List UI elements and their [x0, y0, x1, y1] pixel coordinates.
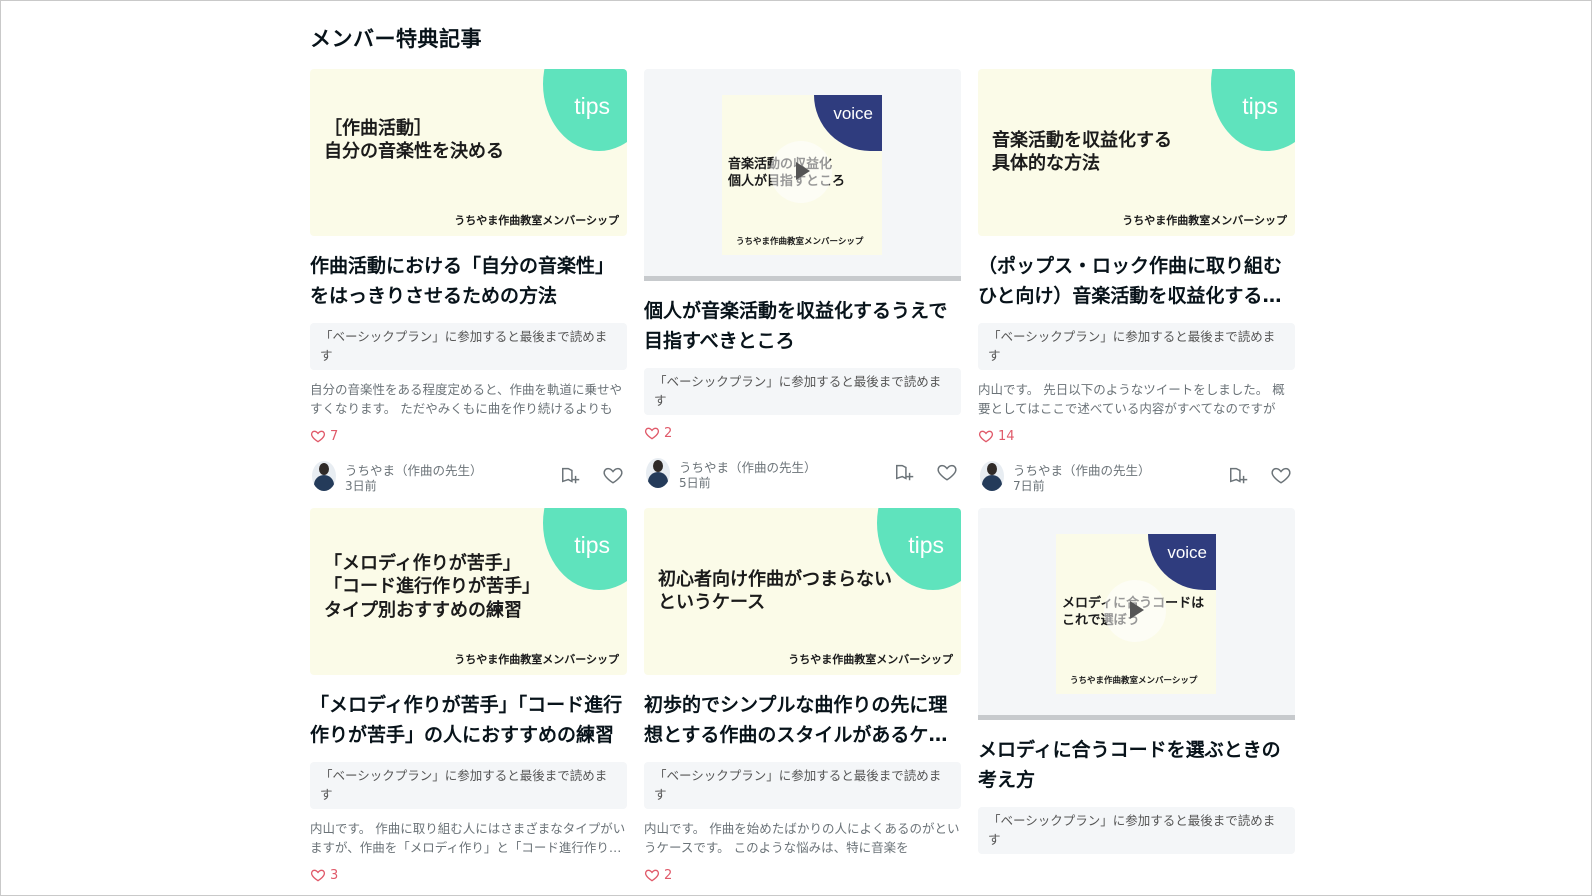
thumbnail-brand: うちやま作曲教室メンバーシップ	[1122, 214, 1287, 227]
heart-outline-icon[interactable]	[934, 460, 960, 484]
article-thumbnail[interactable]: voice 音楽活動の収益化 個人が目指すところ うちやま作曲教室メンバーシップ	[644, 69, 961, 281]
thumbnail-brand: うちやま作曲教室メンバーシップ	[454, 653, 619, 666]
article-card[interactable]: tips 「メロディ作りが苦手」 「コード進行作りが苦手」 タイプ別おすすめの練…	[310, 508, 627, 884]
plan-notice: 「ベーシックプラン」に参加すると最後まで読めます	[978, 807, 1295, 854]
article-meta: うちやま（作曲の先生） 3日前	[310, 461, 627, 497]
article-thumbnail[interactable]: tips 初心者向け作曲がつまらない というケース うちやま作曲教室メンバーシッ…	[644, 508, 961, 675]
voice-cover: voice メロディに合うコードは これで選ぼう うちやま作曲教室メンバーシップ	[1056, 534, 1216, 694]
section-title: メンバー特典記事	[310, 27, 482, 51]
publish-date: 5日前	[679, 476, 711, 490]
thumbnail-headline: ［作曲活動］ 自分の音楽性を決める	[324, 118, 504, 163]
article-title[interactable]: メロディに合うコードを選ぶときの考え方	[978, 735, 1295, 795]
like-count: 3	[310, 866, 627, 884]
heart-outline-icon	[978, 428, 994, 444]
magazine-add-icon[interactable]	[558, 463, 584, 487]
thumbnail-brand: うちやま作曲教室メンバーシップ	[788, 653, 953, 666]
article-meta: うちやま（作曲の先生） 5日前	[644, 458, 961, 494]
tips-label: tips	[1242, 93, 1278, 119]
article-thumbnail[interactable]: tips 音楽活動を収益化する 具体的な方法 うちやま作曲教室メンバーシップ	[978, 69, 1295, 236]
plan-notice: 「ベーシックプラン」に参加すると最後まで読めます	[978, 323, 1295, 370]
article-card[interactable]: voice 音楽活動の収益化 個人が目指すところ うちやま作曲教室メンバーシップ…	[644, 69, 961, 494]
article-thumbnail[interactable]: tips ［作曲活動］ 自分の音楽性を決める うちやま作曲教室メンバーシップ	[310, 69, 627, 236]
avatar[interactable]	[312, 461, 336, 491]
plan-notice: 「ベーシックプラン」に参加すると最後まで読めます	[310, 323, 627, 370]
thumbnail-headline: 初心者向け作曲がつまらない というケース	[658, 569, 892, 614]
voice-cover: voice 音楽活動の収益化 個人が目指すところ うちやま作曲教室メンバーシップ	[722, 95, 882, 255]
tips-label: tips	[574, 532, 610, 558]
article-card[interactable]: voice メロディに合うコードは これで選ぼう うちやま作曲教室メンバーシップ…	[978, 508, 1295, 854]
play-icon	[1130, 601, 1144, 619]
article-meta: うちやま（作曲の先生） 7日前	[978, 461, 1295, 497]
article-card[interactable]: tips 初心者向け作曲がつまらない というケース うちやま作曲教室メンバーシッ…	[644, 508, 961, 884]
article-card[interactable]: tips ［作曲活動］ 自分の音楽性を決める うちやま作曲教室メンバーシップ 作…	[310, 69, 627, 497]
article-card[interactable]: tips 音楽活動を収益化する 具体的な方法 うちやま作曲教室メンバーシップ （…	[978, 69, 1295, 497]
like-count-value: 2	[664, 425, 673, 441]
plan-notice: 「ベーシックプラン」に参加すると最後まで読めます	[644, 368, 961, 415]
tips-label: tips	[908, 532, 944, 558]
heart-outline-icon[interactable]	[1268, 463, 1294, 487]
article-excerpt: 内山です。 先日以下のようなツイートをしました。 概要としてはここで述べている内…	[978, 382, 1285, 416]
article-title[interactable]: 初歩的でシンプルな曲作りの先に理想とする作曲のスタイルがあるケース	[644, 690, 961, 750]
voice-label: voice	[833, 104, 873, 123]
article-title[interactable]: 作曲活動における「自分の音楽性」をはっきりさせるための方法	[310, 251, 627, 311]
article-excerpt: 自分の音楽性をある程度定めると、作曲を軌道に乗せやすくなります。 ただやみくもに…	[310, 382, 623, 416]
heart-outline-icon	[310, 428, 326, 444]
plan-notice: 「ベーシックプラン」に参加すると最後まで読めます	[644, 762, 961, 809]
play-button[interactable]	[770, 141, 832, 203]
heart-outline-icon	[644, 867, 660, 883]
like-count-value: 7	[330, 428, 339, 444]
heart-outline-icon	[310, 867, 326, 883]
magazine-add-icon[interactable]	[892, 460, 918, 484]
article-excerpt: 内山です。 作曲に取り組む人にはさまざまなタイプがいますが、作曲を「メロディ作り…	[310, 821, 626, 855]
avatar[interactable]	[980, 461, 1004, 491]
magazine-add-icon[interactable]	[1226, 463, 1252, 487]
publish-date: 3日前	[345, 479, 377, 493]
like-count-value: 2	[664, 867, 673, 883]
publish-date: 7日前	[1013, 479, 1045, 493]
tips-label: tips	[574, 93, 610, 119]
heart-outline-icon	[644, 425, 660, 441]
thumbnail-brand: うちやま作曲教室メンバーシップ	[454, 214, 619, 227]
thumbnail-headline: 音楽活動を収益化する 具体的な方法	[992, 130, 1172, 175]
avatar[interactable]	[646, 458, 670, 488]
thumbnail-brand: うちやま作曲教室メンバーシップ	[736, 237, 864, 247]
article-thumbnail[interactable]: tips 「メロディ作りが苦手」 「コード進行作りが苦手」 タイプ別おすすめの練…	[310, 508, 627, 675]
thumbnail-headline: 「メロディ作りが苦手」 「コード進行作りが苦手」 タイプ別おすすめの練習	[324, 553, 540, 621]
like-count: 14	[978, 427, 1295, 445]
like-count: 2	[644, 424, 961, 442]
like-count-value: 14	[998, 428, 1015, 444]
plan-notice: 「ベーシックプラン」に参加すると最後まで読めます	[310, 762, 627, 809]
play-icon	[796, 162, 810, 180]
article-title[interactable]: 個人が音楽活動を収益化するうえで目指すべきところ	[644, 296, 961, 356]
article-title[interactable]: 「メロディ作りが苦手」「コード進行作りが苦手」の人におすすめの練習	[310, 690, 627, 750]
article-title[interactable]: （ポップス・ロック作曲に取り組むひと向け）音楽活動を収益化する具体的な方法	[978, 251, 1295, 311]
heart-outline-icon[interactable]	[600, 463, 626, 487]
play-button[interactable]	[1104, 580, 1166, 642]
article-excerpt: 内山です。 作曲を始めたばかりの人によくあるのがというケースです。 このような悩…	[644, 821, 960, 855]
voice-label: voice	[1167, 543, 1207, 562]
thumbnail-brand: うちやま作曲教室メンバーシップ	[1070, 676, 1198, 686]
article-thumbnail[interactable]: voice メロディに合うコードは これで選ぼう うちやま作曲教室メンバーシップ	[978, 508, 1295, 720]
like-count: 2	[644, 866, 961, 884]
like-count: 7	[310, 427, 627, 445]
like-count-value: 3	[330, 867, 339, 883]
